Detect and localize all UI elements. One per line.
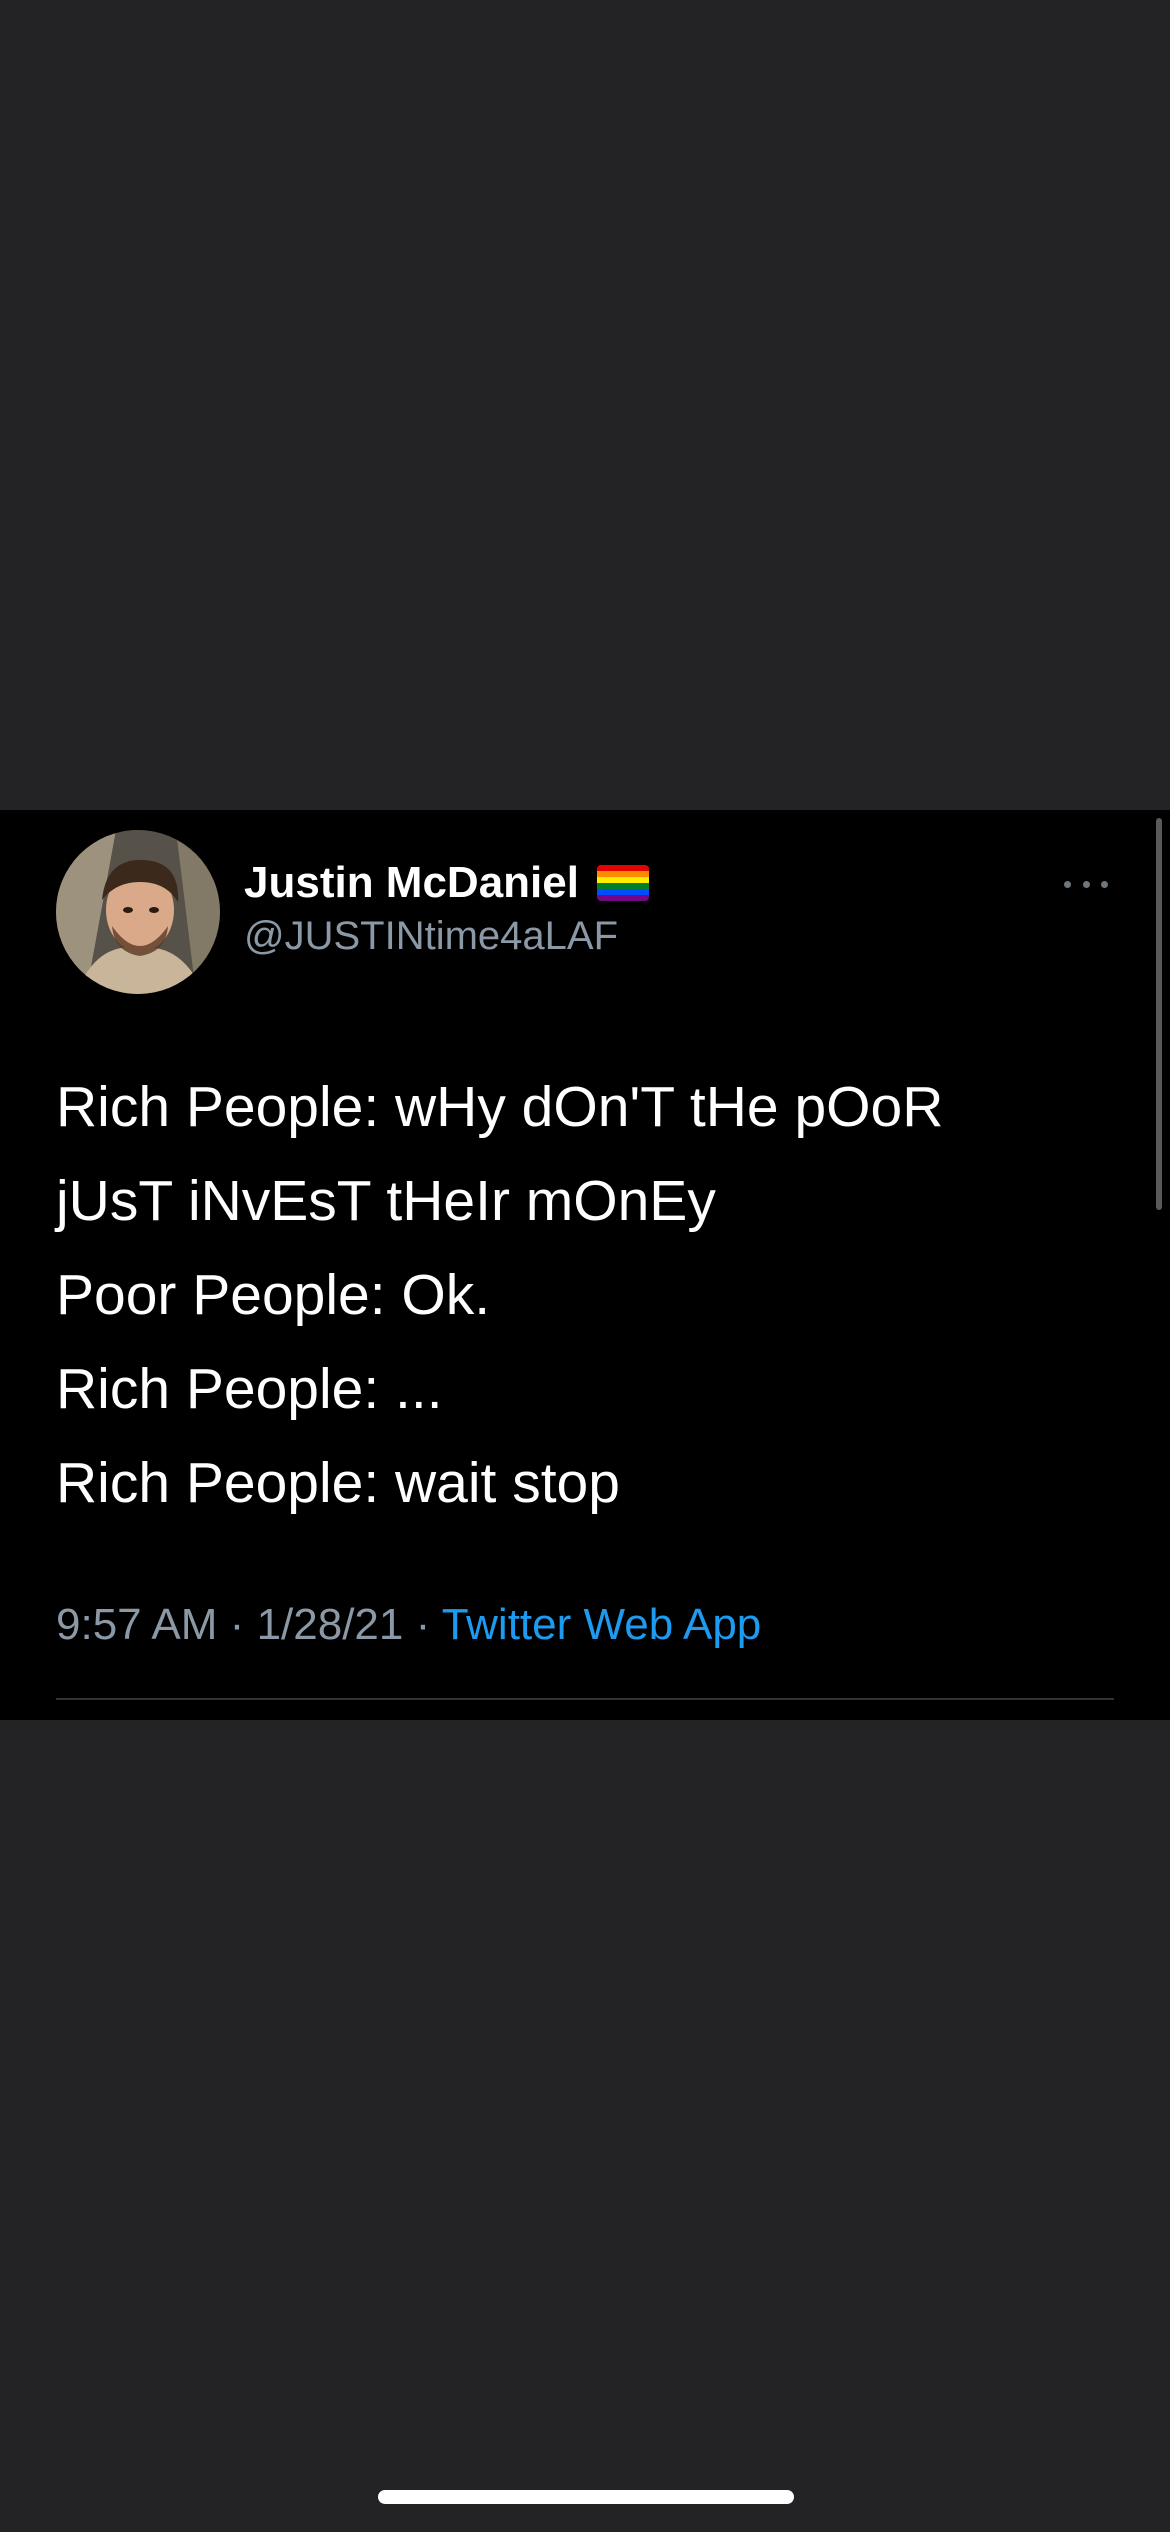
home-indicator[interactable] bbox=[378, 2490, 794, 2504]
tweet-card: Justin McDaniel @JUSTINtime4aLAF Rich Pe… bbox=[0, 810, 1170, 1720]
more-dot bbox=[1101, 880, 1108, 888]
tweet-date[interactable]: 1/28/21 bbox=[257, 1600, 404, 1649]
tweet-text-line: jUsT iNvEsT tHeIr mOnEy bbox=[56, 1169, 716, 1233]
more-dot bbox=[1064, 880, 1071, 888]
author-name-row[interactable]: Justin McDaniel bbox=[244, 854, 649, 912]
tweet-text-line: Rich People: wait stop bbox=[56, 1451, 620, 1515]
more-dot bbox=[1082, 880, 1090, 888]
scrollbar[interactable] bbox=[1156, 818, 1162, 1210]
avatar[interactable] bbox=[56, 830, 220, 994]
meta-separator: · bbox=[229, 1600, 257, 1649]
meta-separator: · bbox=[415, 1600, 442, 1649]
tweet-meta: 9:57 AM · 1/28/21 · Twitter Web App bbox=[56, 1600, 761, 1650]
user-handle[interactable]: @JUSTINtime4aLAF bbox=[244, 914, 618, 959]
tweet-source-link[interactable]: Twitter Web App bbox=[442, 1600, 762, 1649]
rainbow-flag-icon bbox=[596, 865, 649, 901]
display-name[interactable]: Justin McDaniel bbox=[244, 858, 579, 908]
avatar-image bbox=[56, 830, 220, 994]
tweet-text: Rich People: wHy dOn'T tHe pOoR jUsT iNv… bbox=[56, 1060, 1116, 1530]
screenshot: Justin McDaniel @JUSTINtime4aLAF Rich Pe… bbox=[0, 0, 1170, 2532]
more-horizontal-icon[interactable] bbox=[1064, 874, 1108, 894]
tweet-text-line: Rich People: wHy dOn'T tHe pOoR bbox=[56, 1075, 944, 1139]
tweet-text-line: Rich People: ... bbox=[56, 1357, 443, 1421]
tweet-text-line: Poor People: Ok. bbox=[56, 1263, 491, 1327]
divider bbox=[56, 1698, 1114, 1700]
tweet-time[interactable]: 9:57 AM bbox=[56, 1600, 217, 1649]
